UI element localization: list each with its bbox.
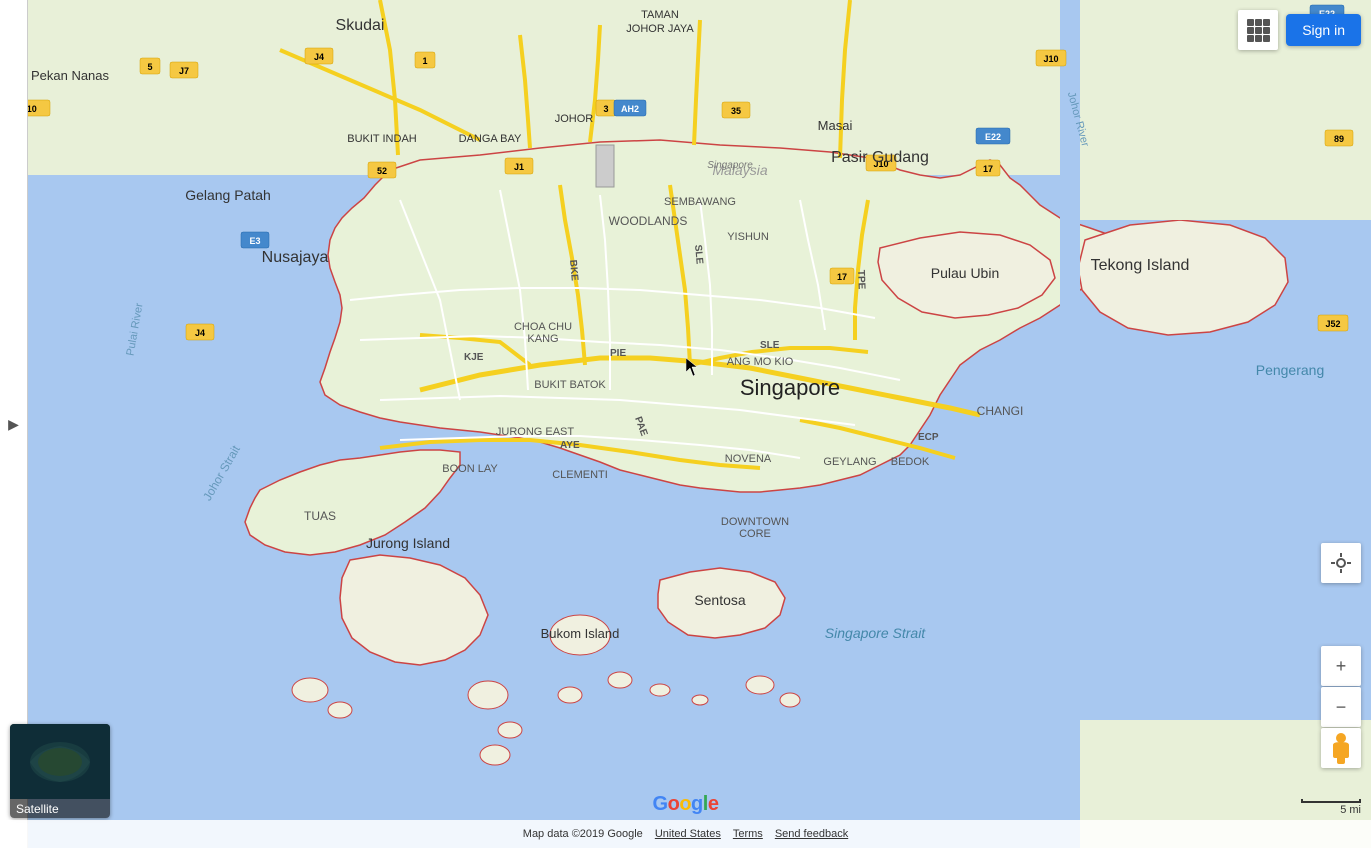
svg-text:Jurong Island: Jurong Island — [366, 535, 450, 551]
svg-text:SEMBAWANG: SEMBAWANG — [664, 196, 736, 208]
send-feedback-link[interactable]: Send feedback — [769, 828, 854, 840]
svg-text:Sentosa: Sentosa — [694, 592, 746, 608]
svg-text:SLE: SLE — [692, 244, 705, 265]
svg-text:CLEMENTI: CLEMENTI — [552, 469, 608, 481]
svg-text:Skudai: Skudai — [336, 17, 385, 34]
svg-text:Pulau Ubin: Pulau Ubin — [931, 265, 1000, 281]
svg-text:DOWNTOWN: DOWNTOWN — [721, 516, 789, 528]
svg-text:CHOA CHU: CHOA CHU — [514, 321, 572, 333]
svg-text:BUKIT BATOK: BUKIT BATOK — [534, 379, 606, 391]
svg-text:Nusajaya: Nusajaya — [262, 249, 329, 266]
svg-text:J4: J4 — [195, 328, 205, 338]
svg-text:ANG MO KIO: ANG MO KIO — [727, 356, 794, 368]
grid-icon — [1247, 19, 1270, 42]
map-container[interactable]: J110 5 J7 J4 1 52 J1 3 AH2 35 E22 E — [0, 0, 1371, 848]
region-link[interactable]: United States — [649, 828, 727, 840]
svg-text:E3: E3 — [249, 236, 260, 246]
svg-text:ECP: ECP — [918, 432, 939, 443]
apps-button[interactable] — [1238, 10, 1278, 50]
pegman-icon — [1329, 732, 1353, 764]
top-right-controls: Sign in — [1238, 10, 1361, 50]
svg-text:3: 3 — [603, 104, 608, 114]
svg-text:BUKIT INDAH: BUKIT INDAH — [347, 133, 417, 145]
svg-text:BOON LAY: BOON LAY — [442, 463, 498, 475]
svg-text:Singapore Strait: Singapore Strait — [825, 625, 927, 641]
scale-bar: 5 mi — [1301, 799, 1361, 816]
svg-text:SLE: SLE — [760, 340, 780, 351]
svg-text:Bukom Island: Bukom Island — [541, 626, 620, 641]
panel-arrow-icon: ▶ — [8, 416, 19, 433]
scale-label: 5 mi — [1340, 804, 1361, 816]
svg-text:89: 89 — [1334, 134, 1344, 144]
svg-text:1: 1 — [422, 56, 427, 66]
svg-text:YISHUN: YISHUN — [727, 231, 769, 243]
svg-text:J4: J4 — [314, 52, 324, 62]
svg-text:JOHOR JAYA: JOHOR JAYA — [626, 23, 694, 35]
location-icon — [1330, 552, 1352, 574]
svg-text:J7: J7 — [179, 66, 189, 76]
scale-line — [1301, 799, 1361, 803]
svg-text:GEYLANG: GEYLANG — [823, 456, 876, 468]
svg-text:Singapore: Singapore — [707, 160, 753, 171]
google-logo: Google — [653, 793, 719, 816]
bottom-bar: Map data ©2019 Google United States Term… — [0, 820, 1371, 848]
svg-text:WOODLANDS: WOODLANDS — [609, 214, 688, 228]
panel-toggle[interactable]: ▶ — [0, 0, 28, 848]
location-button[interactable] — [1321, 543, 1361, 583]
svg-text:DANGA BAY: DANGA BAY — [459, 133, 522, 145]
svg-text:KJE: KJE — [464, 352, 484, 363]
svg-text:52: 52 — [377, 166, 387, 176]
sign-in-button[interactable]: Sign in — [1286, 14, 1361, 46]
svg-text:17: 17 — [837, 272, 847, 282]
satellite-label: Satellite — [10, 799, 110, 818]
svg-text:E22: E22 — [985, 132, 1001, 142]
svg-text:NOVENA: NOVENA — [725, 453, 772, 465]
svg-text:BEDOK: BEDOK — [891, 456, 930, 468]
svg-text:BKE: BKE — [567, 259, 580, 281]
svg-text:PIE: PIE — [610, 348, 626, 359]
svg-text:AH2: AH2 — [621, 104, 639, 114]
svg-text:J52: J52 — [1325, 319, 1340, 329]
map-data-text: Map data ©2019 Google — [517, 828, 649, 840]
zoom-controls: + − — [1321, 646, 1361, 728]
svg-text:CORE: CORE — [739, 528, 771, 540]
svg-text:Tekong Island: Tekong Island — [1091, 257, 1190, 274]
map-svg: J110 5 J7 J4 1 52 J1 3 AH2 35 E22 E — [0, 0, 1371, 848]
svg-text:JOHOR: JOHOR — [555, 113, 594, 125]
street-view-button[interactable] — [1321, 728, 1361, 768]
svg-text:17: 17 — [983, 164, 993, 174]
svg-text:TAMAN: TAMAN — [641, 9, 679, 21]
svg-text:Singapore: Singapore — [740, 375, 840, 400]
terms-link[interactable]: Terms — [727, 828, 769, 840]
svg-text:KANG: KANG — [527, 333, 558, 345]
svg-text:JURONG EAST: JURONG EAST — [496, 426, 575, 438]
svg-text:J1: J1 — [514, 162, 524, 172]
zoom-in-button[interactable]: + — [1321, 646, 1361, 686]
svg-text:J10: J10 — [1043, 54, 1058, 64]
svg-text:35: 35 — [731, 106, 741, 116]
satellite-image — [10, 724, 110, 799]
svg-text:TPE: TPE — [855, 270, 867, 290]
zoom-out-button[interactable]: − — [1321, 687, 1361, 727]
svg-text:Gelang Patah: Gelang Patah — [185, 187, 271, 203]
svg-text:Masai: Masai — [818, 118, 853, 133]
svg-text:Pasir Gudang: Pasir Gudang — [831, 149, 929, 166]
svg-text:TUAS: TUAS — [304, 509, 336, 523]
svg-text:Pekan Nanas: Pekan Nanas — [31, 68, 110, 83]
svg-text:5: 5 — [147, 62, 152, 72]
svg-text:CHANGI: CHANGI — [977, 404, 1024, 418]
satellite-thumbnail[interactable]: Satellite — [10, 724, 110, 818]
svg-text:Pengerang: Pengerang — [1256, 362, 1325, 378]
svg-text:AYE: AYE — [560, 440, 580, 451]
